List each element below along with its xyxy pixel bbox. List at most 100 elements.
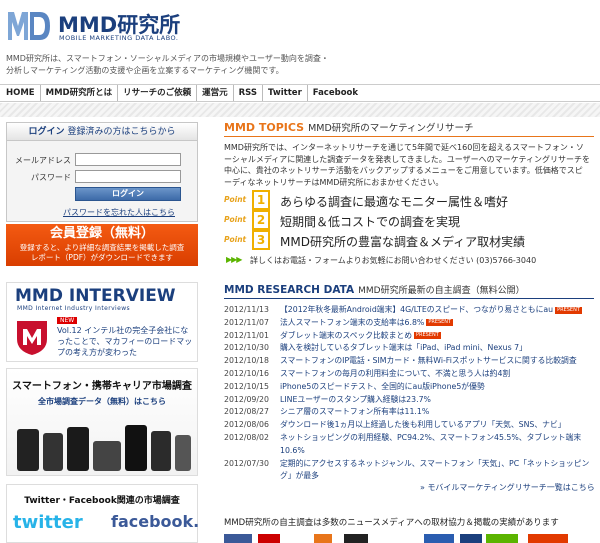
phone-icon bbox=[175, 435, 191, 471]
media-logo-icon bbox=[344, 534, 368, 543]
phone-icon bbox=[93, 441, 121, 471]
item-title[interactable]: 定期的にアクセスするネットジャンル、スマートフォン「天気」、PC「ネットショッピ… bbox=[280, 458, 596, 484]
nav-home[interactable]: HOME bbox=[6, 85, 41, 101]
twitter-logo: twitter bbox=[13, 512, 83, 533]
topics-divider bbox=[224, 136, 594, 137]
topics-title: MMD TOPICS bbox=[224, 121, 305, 134]
interview-banner[interactable]: MMD INTERVIEW MMD Internet Industry Inte… bbox=[6, 282, 198, 362]
item-date: 2012/09/20 bbox=[224, 394, 269, 404]
item-title[interactable]: iPhone5のスピードテスト、全国的にau版iPhone5が優勢 bbox=[280, 381, 596, 394]
phone-icon bbox=[151, 431, 171, 471]
present-badge: PRESENT bbox=[414, 332, 441, 340]
research-divider bbox=[224, 298, 594, 299]
item-title[interactable]: 【2012年秋冬最新Android端末】4G/LTEのスピード、つながり易さとも… bbox=[280, 305, 553, 314]
point-text: MMD研究所の豊富な調査＆メディア取材実績 bbox=[280, 235, 526, 249]
point-number: 1 bbox=[252, 190, 270, 210]
site-intro: MMD研究所は、スマートフォン・ソーシャルメディアの市場規模やユーザー動向を調査… bbox=[6, 54, 329, 75]
item-date: 2012/08/06 bbox=[224, 420, 269, 430]
item-title[interactable]: 法人スマートフォン端末の支給率は6.8% bbox=[280, 318, 424, 327]
nav-rss[interactable]: RSS bbox=[234, 85, 264, 101]
list-item[interactable]: 2012/10/30 購入を検討しているタブレット端末は「iPad、iPad mi… bbox=[224, 342, 596, 355]
phone-icon bbox=[43, 433, 63, 471]
email-field[interactable] bbox=[75, 153, 181, 166]
point-label: Point bbox=[224, 215, 247, 224]
phone-icon bbox=[125, 425, 147, 471]
sns-title: Twitter・Facebook関連の市場調査 bbox=[24, 496, 180, 506]
email-row: メールアドレス bbox=[7, 153, 199, 167]
login-heading: ログイン 登録済みの方はこちらから bbox=[7, 123, 197, 141]
item-title[interactable]: ダウンロード後1ヵ月以上経過した後も利用しているアプリ「天気、SNS、ナビ」 bbox=[280, 419, 596, 432]
item-date: 2012/11/07 bbox=[224, 317, 269, 327]
media-coverage-text: MMD研究所の自主調査は多数のニュースメディアへの取材協力＆掲載の実績があります bbox=[224, 518, 559, 528]
nav-about[interactable]: MMD研究所とは bbox=[41, 85, 119, 101]
topics-subtitle: MMD研究所のマーケティングリサーチ bbox=[308, 123, 474, 134]
item-title[interactable]: シニア層のスマートフォン所有率は11.1% bbox=[280, 406, 596, 419]
sns-research-banner[interactable]: Twitter・Facebook関連の市場調査 twitter facebook… bbox=[6, 484, 200, 543]
point-text: あらゆる調査に最適なモニター属性＆嗜好 bbox=[280, 195, 509, 209]
carrier-research-banner[interactable]: スマートフォン・携帯キャリア市場調査 全市場調査データ（無料）はこちら bbox=[6, 368, 198, 476]
item-title[interactable]: ネットショッピングの利用経験、PC94.2%、スマートフォン45.5%、タブレッ… bbox=[280, 432, 596, 458]
site-header: MMD研究所 MOBILE MARKETING DATA LABO. MMD研究… bbox=[0, 0, 600, 82]
register-title: 会員登録（無料） bbox=[49, 226, 154, 241]
interview-tagline: MMD Internet Industry Interviews bbox=[17, 305, 131, 312]
arrow-icon: ▶▶▶ bbox=[226, 255, 243, 264]
topics-heading: MMD TOPICS MMD研究所のマーケティングリサーチ bbox=[224, 120, 474, 134]
item-date: 2012/10/16 bbox=[224, 368, 269, 378]
research-heading: MMD RESEARCH DATA MMD研究所最新の自主調査（無料公開） bbox=[224, 283, 525, 296]
list-item[interactable]: 2012/11/07 法人スマートフォン端末の支給率は6.8% PRESENT bbox=[224, 317, 596, 330]
item-title[interactable]: スマートフォンのIP電話・SIMカード・無料Wi-Fiスポットサービスに関する比… bbox=[280, 355, 596, 368]
point-1: Point 1 あらゆる調査に最適なモニター属性＆嗜好 bbox=[224, 190, 594, 212]
media-logo-icon bbox=[224, 534, 252, 543]
item-title[interactable]: スマートフォンの毎月の利用料金について、不満と思う人は約4割 bbox=[280, 368, 596, 381]
point-number: 2 bbox=[252, 210, 270, 230]
item-title[interactable]: LINEユーザーのスタンプ購入経験は23.7% bbox=[280, 394, 596, 407]
list-item[interactable]: 2012/11/13 【2012年秋冬最新Android端末】4G/LTEのスピー… bbox=[224, 304, 596, 317]
main-nav: HOME MMD研究所とは リサーチのご依頼 運営元 RSS Twitter F… bbox=[0, 84, 600, 102]
point-label: Point bbox=[224, 235, 247, 244]
list-item[interactable]: 2012/10/16 スマートフォンの毎月の利用料金について、不満と思う人は約4割 bbox=[224, 368, 596, 381]
password-field[interactable] bbox=[75, 170, 181, 183]
media-logos bbox=[224, 532, 594, 543]
list-item[interactable]: 2012/08/02 ネットショッピングの利用経験、PC94.2%、スマートフォン… bbox=[224, 432, 596, 458]
register-banner[interactable]: 会員登録（無料） 登録すると、より詳細な調査結果を掲載した調査レポート（PDF）… bbox=[6, 224, 198, 266]
list-item[interactable]: 2012/07/30 定期的にアクセスするネットジャンル、スマートフォン「天気」、… bbox=[224, 458, 596, 484]
topics-body: MMD研究所では、インターネットリサーチを通じて5年間で延べ160回を超えるスマ… bbox=[224, 143, 590, 187]
more-research-link[interactable]: » モバイルマーケティングリサーチ一覧はこちら bbox=[420, 482, 595, 493]
point-2: Point 2 短期間＆低コストでの調査を実現 bbox=[224, 210, 594, 232]
forgot-password-link[interactable]: パスワードを忘れた人はこちら bbox=[63, 207, 175, 218]
point-3: Point 3 MMD研究所の豊富な調査＆メディア取材実績 bbox=[224, 230, 594, 252]
research-title: MMD RESEARCH DATA bbox=[224, 284, 355, 296]
list-item[interactable]: 2012/08/27 シニア層のスマートフォン所有率は11.1% bbox=[224, 406, 596, 419]
new-badge: NEW bbox=[57, 317, 78, 324]
interview-headline[interactable]: Vol.12 インテル社の完全子会社になったことで、マカフィーのロードマップの考… bbox=[57, 325, 195, 358]
nav-research-request[interactable]: リサーチのご依頼 bbox=[118, 85, 198, 101]
nav-twitter[interactable]: Twitter bbox=[263, 85, 308, 101]
password-row: パスワード bbox=[7, 170, 199, 184]
register-description: 登録すると、より詳細な調査結果を掲載した調査レポート（PDF）がダウンロードでき… bbox=[19, 243, 185, 262]
item-title[interactable]: 購入を検討しているタブレット端末は「iPad、iPad mini、Nexus 7… bbox=[280, 342, 596, 355]
interview-logo: MMD INTERVIEW bbox=[15, 286, 176, 306]
nav-operator[interactable]: 運営元 bbox=[197, 85, 234, 101]
item-title[interactable]: ダブレット端末のスペック比較まとめ bbox=[280, 331, 412, 340]
login-button[interactable]: ログイン bbox=[75, 187, 181, 201]
item-date: 2012/08/02 bbox=[224, 432, 269, 442]
facebook-logo: facebook. bbox=[111, 512, 200, 531]
list-item[interactable]: 2012/09/20 LINEユーザーのスタンプ購入経験は23.7% bbox=[224, 394, 596, 407]
point-number: 3 bbox=[252, 230, 270, 250]
media-logo-icon bbox=[486, 534, 518, 543]
list-item[interactable]: 2012/10/15 iPhone5のスピードテスト、全国的にau版iPhone5… bbox=[224, 381, 596, 394]
contact-text[interactable]: 詳しくはお電話・フォームよりお気軽にお問い合わせください (03)5766-30… bbox=[250, 255, 536, 266]
login-panel: ログイン 登録済みの方はこちらから メールアドレス パスワード ログイン パスワ… bbox=[6, 122, 198, 222]
list-item[interactable]: 2012/10/18 スマートフォンのIP電話・SIMカード・無料Wi-Fiスポッ… bbox=[224, 355, 596, 368]
present-badge: PRESENT bbox=[426, 319, 454, 327]
list-item[interactable]: 2012/08/06 ダウンロード後1ヵ月以上経過した後も利用しているアプリ「天気… bbox=[224, 419, 596, 432]
item-date: 2012/07/30 bbox=[224, 458, 269, 468]
present-badge: PRESENT bbox=[555, 306, 582, 314]
item-date: 2012/10/15 bbox=[224, 381, 269, 391]
password-label: パスワード bbox=[31, 173, 71, 182]
nav-facebook[interactable]: Facebook bbox=[308, 85, 363, 101]
site-logo-subtitle: MOBILE MARKETING DATA LABO. bbox=[59, 34, 179, 42]
mmd-logo-icon[interactable] bbox=[6, 8, 52, 42]
list-item[interactable]: 2012/11/01 ダブレット端末のスペック比較まとめ PRESENT bbox=[224, 330, 596, 343]
point-text: 短期間＆低コストでの調査を実現 bbox=[280, 215, 461, 229]
